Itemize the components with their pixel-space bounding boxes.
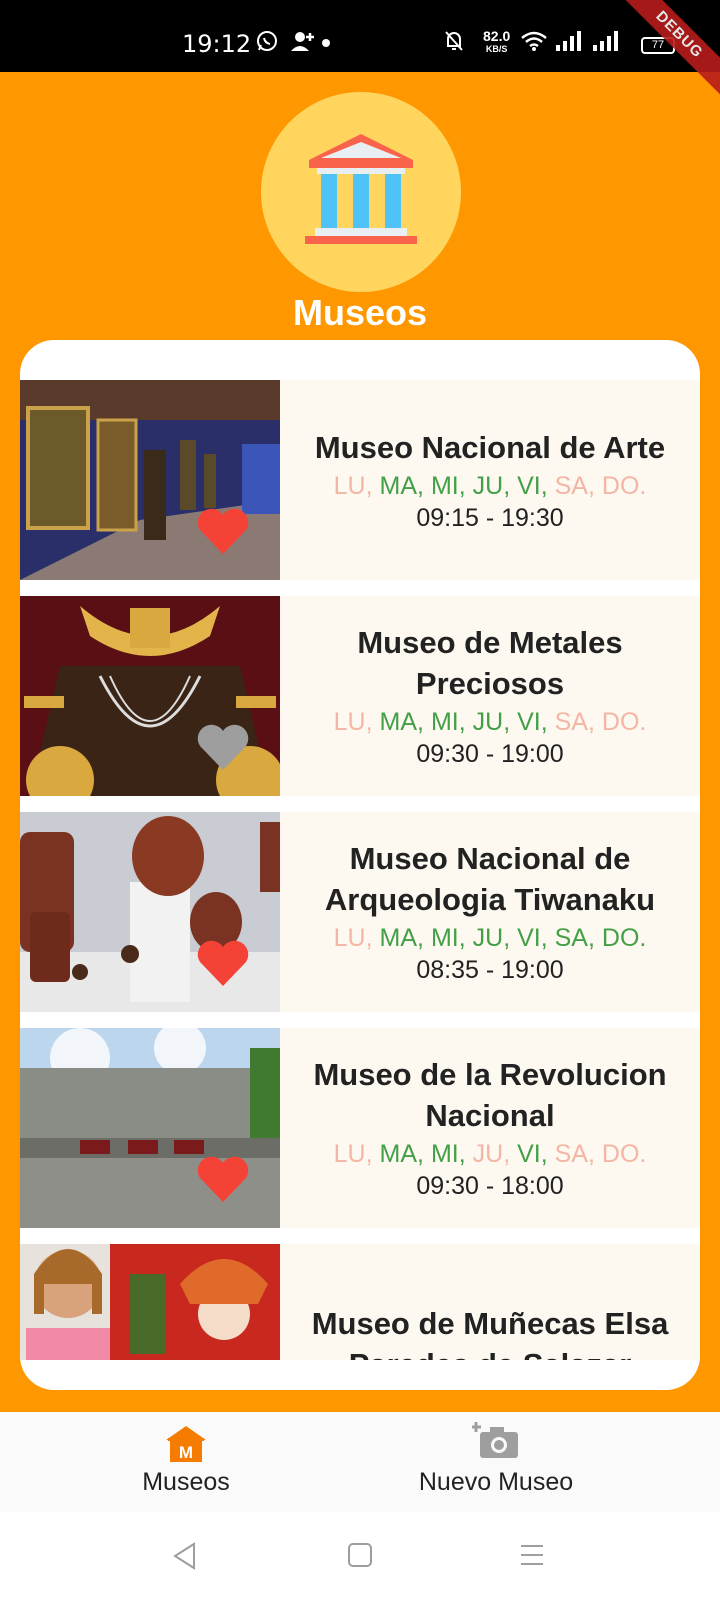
dot-icon — [322, 39, 330, 47]
favorite-heart-icon[interactable] — [196, 506, 250, 556]
museum-info: Museo Nacional de Arqueologia Tiwanaku L… — [280, 812, 700, 1012]
tab-nuevo-museo[interactable]: Nuevo Museo — [396, 1412, 596, 1512]
museum-home-icon: M — [166, 1426, 206, 1462]
museum-list[interactable]: Museo Nacional de Arte LU, MA, MI, JU, V… — [20, 380, 700, 1360]
museum-hours: 09:30 - 19:00 — [416, 740, 564, 768]
favorite-heart-icon[interactable] — [196, 722, 250, 772]
add-photo-icon — [472, 1422, 518, 1458]
museum-info: Museo de Metales Preciosos LU, MA, MI, J… — [280, 596, 700, 796]
museum-item[interactable]: Museo de Muñecas Elsa Paredes de Salazar — [20, 1244, 700, 1360]
museum-name: Museo de Muñecas Elsa Paredes de Salazar — [311, 1306, 669, 1360]
favorite-heart-icon[interactable] — [196, 938, 250, 988]
museum-hours: 08:35 - 19:00 — [416, 956, 564, 984]
museum-info: Museo de la Revolucion Nacional LU, MA, … — [280, 1028, 700, 1228]
museum-thumbnail — [20, 1244, 280, 1360]
back-icon[interactable] — [172, 1542, 198, 1570]
museum-hours: 09:15 - 19:30 — [416, 503, 564, 532]
app-header: Museos — [0, 72, 720, 342]
museum-item[interactable]: Museo de la Revolucion Nacional LU, MA, … — [20, 1028, 700, 1228]
svg-text:M: M — [179, 1443, 193, 1462]
signal-icon — [556, 31, 581, 51]
tab-museos[interactable]: M Museos — [112, 1412, 260, 1512]
museum-thumbnail — [20, 596, 280, 796]
menu-icon[interactable] — [519, 1542, 545, 1568]
museum-name: Museo Nacional de Arte — [314, 429, 666, 465]
museum-item[interactable]: Museo Nacional de Arqueologia Tiwanaku L… — [20, 812, 700, 1012]
museum-hours: 09:30 - 18:00 — [416, 1172, 564, 1200]
tab-label: Nuevo Museo — [418, 1468, 574, 1496]
tab-label: Museos — [142, 1468, 230, 1496]
favorite-heart-icon[interactable] — [196, 1154, 250, 1204]
museum-list-card: Museo Nacional de Arte LU, MA, MI, JU, V… — [20, 340, 700, 1390]
network-speed: 82.0 KB/S — [483, 28, 511, 54]
museum-name: Museo de Metales Preciosos — [357, 625, 623, 701]
museum-item[interactable]: Museo Nacional de Arte LU, MA, MI, JU, V… — [20, 380, 700, 580]
home-icon[interactable] — [347, 1542, 373, 1568]
museum-days: LU, MA, MI, JU, VI, SA, DO. — [333, 471, 647, 500]
wifi-icon — [521, 31, 547, 51]
museum-name: Museo Nacional de Arqueologia Tiwanaku — [324, 841, 656, 917]
logo — [261, 92, 461, 292]
museum-thumbnail — [20, 1028, 280, 1228]
bottom-navigation: M Museos Nuevo Museo — [0, 1412, 720, 1512]
museum-days: LU, MA, MI, JU, VI, SA, DO. — [333, 1140, 647, 1168]
add-contact-icon — [291, 32, 314, 51]
museum-thumbnail — [20, 812, 280, 1012]
status-bar: 19:12 82.0 KB/S 77 — [0, 0, 720, 72]
whatsapp-icon — [257, 31, 277, 51]
museum-item[interactable]: Museo de Metales Preciosos LU, MA, MI, J… — [20, 596, 700, 796]
museum-days: LU, MA, MI, JU, VI, SA, DO. — [333, 924, 647, 952]
status-time: 19:12 — [182, 30, 252, 58]
museum-thumbnail — [20, 380, 280, 580]
bell-off-icon — [445, 31, 463, 51]
museum-name: Museo de la Revolucion Nacional — [313, 1057, 667, 1133]
system-navigation-bar — [0, 1512, 720, 1600]
museum-info: Museo de Muñecas Elsa Paredes de Salazar — [280, 1244, 700, 1360]
page-title: Museos — [292, 292, 428, 333]
signal-icon-2 — [593, 31, 618, 51]
museum-days: LU, MA, MI, JU, VI, SA, DO. — [333, 708, 647, 736]
museum-building-icon — [305, 134, 417, 244]
museum-info: Museo Nacional de Arte LU, MA, MI, JU, V… — [280, 380, 700, 580]
